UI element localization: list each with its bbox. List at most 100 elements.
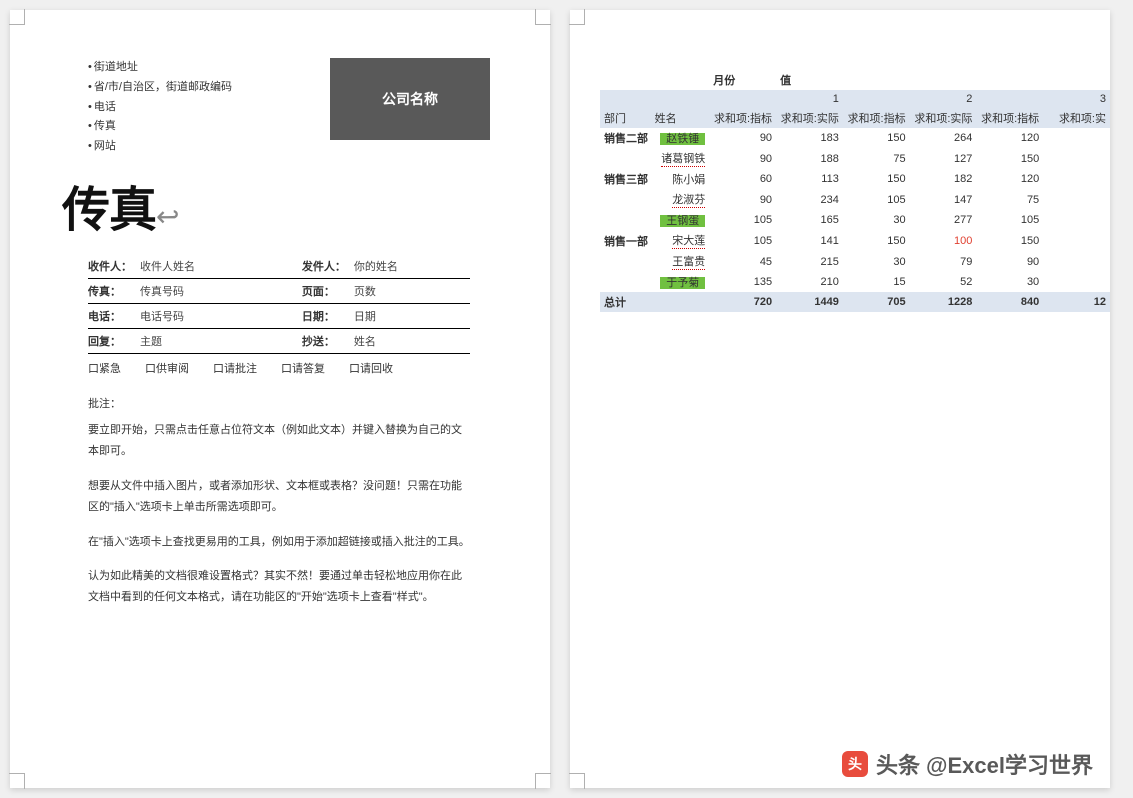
value-cell: 15 [843,272,910,292]
value-cell: 45 [709,251,776,272]
value-cell: 105 [709,230,776,251]
dept-cell: 销售一部 [600,230,651,251]
value-cell: 75 [976,189,1043,210]
value-cell: 277 [910,210,977,230]
crop-mark-icon [9,773,25,789]
dept-cell [600,210,651,230]
value-cell: 79 [910,251,977,272]
paragraph: 认为如此精美的文档很难设置格式？其实不然！要通过单击轻松地应用你在此文档中看到的… [88,566,470,608]
dept-cell: 销售三部 [600,169,651,189]
value-cell: 30 [843,210,910,230]
value-cell: 183 [776,128,843,148]
watermark: 头 头条 @Excel学习世界 [842,748,1093,780]
header-value: 值 [776,70,843,90]
value-cell: 30 [843,251,910,272]
table-row: 于予菊135210155230 [600,272,1110,292]
value-cell: 215 [776,251,843,272]
value-cell: 105 [843,189,910,210]
value-cell: 30 [976,272,1043,292]
address-block: 街道地址 省/市/自治区，街道邮政编码 电话 传真 网站 [88,58,232,157]
value-cell [1043,272,1110,292]
header-name: 姓名 [651,108,710,128]
crop-mark-icon [535,773,551,789]
pages-label: 页面： [302,283,354,299]
fax-label: 传真： [88,283,140,299]
checkbox-row: 口紧急 口供审阅 口请批注 口请答复 口请回收 [88,354,470,382]
table-row: 王钢蛋10516530277105 [600,210,1110,230]
phone-value: 电话号码 [140,308,184,324]
value-cell: 150 [976,230,1043,251]
page-title: 传真↩ [62,170,178,240]
total-val: 1449 [776,292,843,312]
total-label: 总计 [600,292,651,312]
header-actual-cut: 求和项:实 [1043,108,1110,128]
watermark-text: 头条 @Excel学习世界 [876,748,1093,780]
reply-value: 主题 [140,333,162,349]
paragraph: 想要从文件中插入图片，或者添加形状、文本框或表格？没问题！只需在功能区的"插入"… [88,476,470,518]
date-value: 日期 [354,308,376,324]
name-cell: 王钢蛋 [651,210,710,230]
header-target: 求和项:指标 [709,108,776,128]
value-cell: 150 [843,169,910,189]
recipient-label: 收件人： [88,258,140,274]
total-val: 720 [709,292,776,312]
value-cell [1043,251,1110,272]
value-cell [1043,169,1110,189]
value-cell: 90 [709,189,776,210]
address-line: 网站 [88,137,232,157]
check-urgent: 口紧急 [88,360,121,376]
fax-cover-page: 街道地址 省/市/自治区，街道邮政编码 电话 传真 网站 公司名称 传真↩ 收件… [10,10,550,788]
value-cell [1043,189,1110,210]
sender-label: 发件人： [302,258,354,274]
recipient-value: 收件人姓名 [140,258,195,274]
value-cell: 113 [776,169,843,189]
value-cell: 105 [976,210,1043,230]
pivot-table-page: 月份 值 1 2 3 部门 姓名 求和项:指标 求和项:实际 求和项:指标 求和… [570,10,1110,788]
total-val: 1228 [910,292,977,312]
dept-cell: 销售二部 [600,128,651,148]
header-target: 求和项:指标 [976,108,1043,128]
dept-cell [600,251,651,272]
name-cell: 赵铁锤 [651,128,710,148]
sender-value: 你的姓名 [354,258,398,274]
name-cell: 诸葛钢铁 [651,148,710,169]
value-cell: 75 [843,148,910,169]
value-cell: 127 [910,148,977,169]
name-cell: 于予菊 [651,272,710,292]
value-cell: 150 [843,128,910,148]
paragraph: 要立即开始，只需点击任意占位符文本（例如此文本）并键入替换为自己的文本即可。 [88,420,470,462]
header-month: 月份 [709,70,776,90]
name-cell: 王富贵 [651,251,710,272]
crop-mark-icon [569,773,585,789]
address-line: 省/市/自治区，街道邮政编码 [88,78,232,98]
cc-label: 抄送： [302,333,354,349]
check-recycle: 口请回收 [349,360,393,376]
return-mark-icon: ↩ [156,201,178,232]
dept-cell [600,148,651,169]
name-cell: 宋大莲 [651,230,710,251]
table-row: 销售二部赵铁锤90183150264120 [600,128,1110,148]
check-comment: 口请批注 [213,360,257,376]
name-cell: 龙淑芬 [651,189,710,210]
dept-cell [600,272,651,292]
dept-cell [600,189,651,210]
value-cell: 264 [910,128,977,148]
value-cell: 150 [976,148,1043,169]
value-cell: 147 [910,189,977,210]
check-review: 口供审阅 [145,360,189,376]
header-target: 求和项:指标 [843,108,910,128]
name-cell: 陈小娟 [651,169,710,189]
value-cell [1043,128,1110,148]
value-cell: 100 [910,230,977,251]
value-cell: 120 [976,169,1043,189]
header-month-1: 1 [709,90,843,108]
value-cell: 182 [910,169,977,189]
address-line: 电话 [88,98,232,118]
table-row: 销售一部宋大莲105141150100150 [600,230,1110,251]
value-cell: 90 [709,148,776,169]
table-row: 王富贵45215307990 [600,251,1110,272]
value-cell: 60 [709,169,776,189]
table-row: 销售三部陈小娟60113150182120 [600,169,1110,189]
check-reply: 口请答复 [281,360,325,376]
paragraph: 在"插入"选项卡上查找更易用的工具，例如用于添加超链接或插入批注的工具。 [88,532,470,553]
